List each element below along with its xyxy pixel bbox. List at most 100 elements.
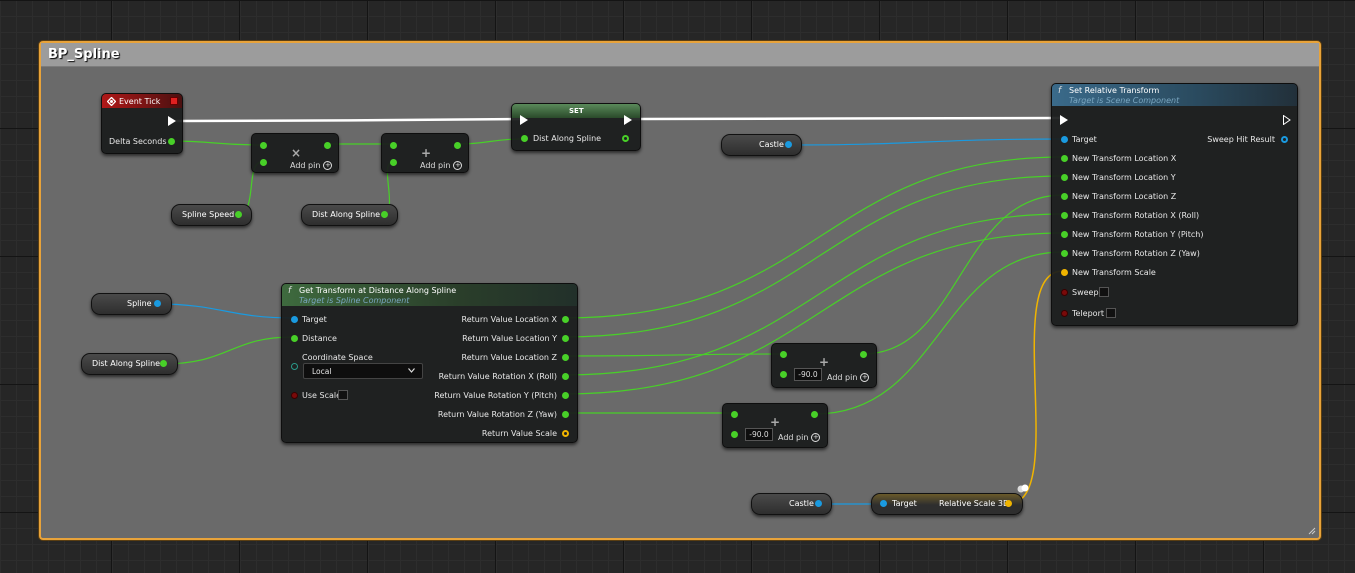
add-output-pin[interactable] — [454, 142, 461, 149]
rotation-y-pin[interactable] — [1061, 231, 1068, 238]
target-pin[interactable] — [1061, 136, 1068, 143]
sweep-pin[interactable] — [1061, 289, 1068, 296]
coordinate-space-label: Coordinate Space — [302, 353, 373, 362]
output-rotation-x-pin[interactable] — [562, 373, 569, 380]
castle-variable-bottom[interactable]: Castle — [751, 493, 832, 515]
dist-along-spline-in-pin[interactable] — [521, 135, 528, 142]
multiply-input-a-pin[interactable] — [260, 142, 267, 149]
coordinate-space-pin[interactable] — [291, 363, 298, 370]
exec-out-pin[interactable] — [1283, 115, 1291, 125]
reroute-knot-icon[interactable] — [1017, 484, 1029, 494]
castle-pin[interactable] — [815, 500, 822, 507]
spline-pin[interactable] — [154, 300, 161, 307]
dist-along-spline-pin[interactable] — [381, 211, 388, 218]
event-icon — [107, 97, 116, 106]
exec-in-pin[interactable] — [520, 115, 528, 125]
spline-variable[interactable]: Spline — [91, 293, 172, 315]
delegate-pin-icon[interactable] — [170, 97, 178, 105]
exec-in-pin[interactable] — [1060, 115, 1068, 125]
location-z-pin[interactable] — [1061, 193, 1068, 200]
add-pin-button[interactable]: Add pin + — [827, 373, 870, 382]
distance-label: Distance — [302, 334, 337, 343]
set-node[interactable]: SET Dist Along Spline — [511, 103, 641, 151]
add-input-a-pin[interactable] — [390, 142, 397, 149]
location-x-pin[interactable] — [1061, 155, 1068, 162]
add-input-a-pin[interactable] — [780, 351, 787, 358]
location-y-pin[interactable] — [1061, 174, 1068, 181]
set-dist-along-spline-label: Dist Along Spline — [533, 134, 602, 143]
relative-scale-3d-label: Relative Scale 3D — [939, 499, 1010, 508]
add-input-b-pin[interactable] — [780, 371, 787, 378]
multiply-node[interactable]: × Add pin + — [251, 133, 339, 173]
use-scale-label: Use Scale — [302, 391, 342, 400]
spline-speed-label: Spline Speed — [182, 210, 235, 219]
add-node-top[interactable]: + Add pin + — [381, 133, 469, 173]
sweep-hit-result-label: Sweep Hit Result — [1207, 135, 1275, 144]
castle-label: Castle — [789, 499, 814, 508]
event-tick-node[interactable]: Event Tick Delta Seconds — [101, 93, 183, 154]
dist-along-spline-pin[interactable] — [160, 360, 167, 367]
teleport-checkbox[interactable] — [1106, 308, 1116, 318]
add-pin-icon: + — [323, 161, 333, 170]
castle-pin[interactable] — [785, 141, 792, 148]
float-wire — [564, 156, 1064, 319]
castle-label: Castle — [759, 140, 784, 149]
target-pin[interactable] — [880, 500, 887, 507]
object-wire — [156, 303, 294, 319]
output-location-y-pin[interactable] — [562, 335, 569, 342]
rotation-z-pin[interactable] — [1061, 250, 1068, 257]
castle-variable-top[interactable]: Castle — [721, 134, 802, 156]
multiply-add-pin-button[interactable]: Add pin + — [290, 161, 333, 170]
add-output-pin[interactable] — [860, 351, 867, 358]
teleport-label: Teleport — [1072, 309, 1104, 318]
scale-pin[interactable] — [1061, 269, 1068, 276]
sweep-checkbox[interactable] — [1099, 287, 1109, 297]
add-pin-icon: + — [860, 373, 870, 382]
add-pin-button[interactable]: Add pin + — [778, 433, 821, 442]
multiply-operator-icon: × — [291, 146, 302, 160]
add-node-rotation-y[interactable]: -90.0 + Add pin + — [771, 343, 877, 388]
add-input-b-pin[interactable] — [390, 159, 397, 166]
add-pin-button[interactable]: Add pin + — [420, 161, 463, 170]
multiply-output-pin[interactable] — [324, 142, 331, 149]
spline-speed-variable[interactable]: Spline Speed — [171, 204, 252, 226]
use-scale-pin[interactable] — [291, 392, 298, 399]
multiply-input-b-pin[interactable] — [260, 159, 267, 166]
rotation-y-label: New Transform Rotation Y (Pitch) — [1072, 230, 1204, 239]
float-wire — [814, 251, 1064, 415]
add-output-pin[interactable] — [811, 411, 818, 418]
add-value-input[interactable]: -90.0 — [745, 428, 773, 441]
chevron-down-icon — [408, 368, 415, 373]
dist-along-spline-label: Dist Along Spline — [312, 210, 381, 219]
coordinate-space-dropdown[interactable]: Local — [303, 363, 423, 379]
relative-scale-3d-getter[interactable]: Target Relative Scale 3D — [871, 493, 1023, 515]
target-pin[interactable] — [291, 316, 298, 323]
teleport-pin[interactable] — [1061, 310, 1068, 317]
sweep-hit-result-pin[interactable] — [1281, 136, 1288, 143]
get-transform-at-distance-node[interactable]: f Get Transform at Distance Along Spline… — [281, 283, 578, 443]
delta-seconds-pin[interactable] — [168, 138, 175, 145]
relative-scale-3d-pin[interactable] — [1005, 500, 1012, 507]
exec-out-pin[interactable] — [624, 115, 632, 125]
dist-along-spline-variable[interactable]: Dist Along Spline — [301, 204, 398, 226]
dist-along-spline-out-pin[interactable] — [622, 135, 629, 142]
add-node-rotation-z[interactable]: -90.0 + Add pin + — [722, 403, 828, 448]
use-scale-checkbox[interactable] — [338, 390, 348, 400]
output-rotation-z-pin[interactable] — [562, 411, 569, 418]
add-input-b-pin[interactable] — [731, 431, 738, 438]
location-y-label: New Transform Location Y — [1072, 173, 1176, 182]
add-pin-label: Add pin — [420, 161, 451, 170]
rotation-x-pin[interactable] — [1061, 212, 1068, 219]
dist-along-spline-variable-bottom[interactable]: Dist Along Spline — [81, 353, 178, 375]
output-scale-pin[interactable] — [562, 430, 569, 437]
exec-out-pin[interactable] — [168, 116, 176, 126]
add-value-input[interactable]: -90.0 — [794, 368, 822, 381]
add-input-a-pin[interactable] — [731, 411, 738, 418]
output-location-x-pin[interactable] — [562, 316, 569, 323]
output-rotation-y-pin[interactable] — [562, 392, 569, 399]
spline-speed-pin[interactable] — [235, 211, 242, 218]
distance-pin[interactable] — [291, 335, 298, 342]
set-relative-transform-node[interactable]: f Set Relative Transform Target is Scene… — [1051, 83, 1298, 326]
float-wire — [169, 140, 263, 146]
output-location-z-pin[interactable] — [562, 354, 569, 361]
